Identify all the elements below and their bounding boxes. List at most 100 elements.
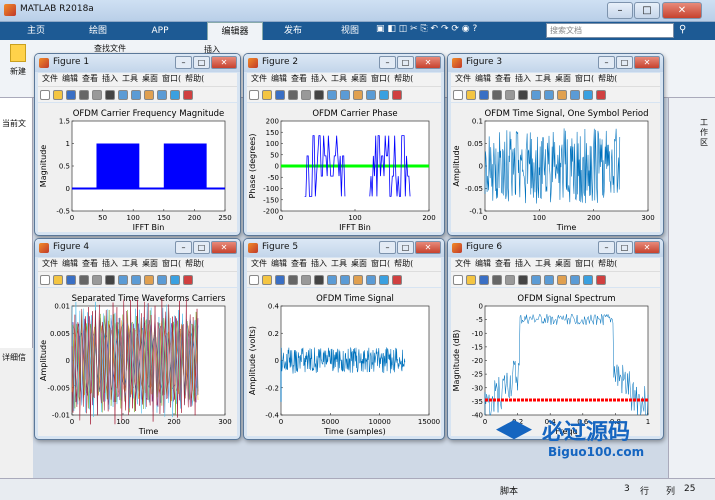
menu-item[interactable]: 文件 — [455, 74, 471, 83]
brush-icon[interactable] — [392, 90, 402, 100]
zoom-in-icon[interactable] — [118, 275, 128, 285]
pan-icon[interactable] — [353, 90, 363, 100]
data-cursor-icon[interactable] — [583, 275, 593, 285]
separator[interactable] — [301, 90, 311, 100]
figure-minimize-button[interactable]: – — [379, 241, 396, 254]
figure-minimize-button[interactable]: – — [598, 241, 615, 254]
menu-item[interactable]: 插入 — [311, 74, 327, 83]
figure-close-button[interactable]: ✕ — [211, 56, 237, 69]
rotate-icon[interactable] — [570, 275, 580, 285]
menu-item[interactable]: 帮助( — [394, 259, 413, 268]
zoom-in-icon[interactable] — [327, 90, 337, 100]
pan-icon[interactable] — [144, 275, 154, 285]
figure-close-button[interactable]: ✕ — [415, 241, 441, 254]
menu-item[interactable]: 查看 — [495, 74, 511, 83]
quick-access-toolbar[interactable]: ▣ ◧ ◫ ✂ ⎘ ↶ ↷ ⟳ ◉ ? — [376, 24, 536, 38]
menu-item[interactable]: 查看 — [291, 74, 307, 83]
save-icon[interactable] — [66, 275, 76, 285]
new-figure-icon[interactable] — [249, 275, 259, 285]
print-icon[interactable] — [492, 275, 502, 285]
rotate-icon[interactable] — [366, 90, 376, 100]
data-cursor-icon[interactable] — [379, 90, 389, 100]
menu-item[interactable]: 编辑 — [271, 74, 287, 83]
separator[interactable] — [301, 275, 311, 285]
figure-minimize-button[interactable]: – — [175, 241, 192, 254]
tab-editor[interactable]: 编辑器 — [207, 22, 263, 40]
menu-item[interactable]: 工具 — [122, 74, 138, 83]
menu-item[interactable]: 插入 — [515, 74, 531, 83]
zoom-out-icon[interactable] — [340, 275, 350, 285]
menu-item[interactable]: 编辑 — [271, 259, 287, 268]
menu-item[interactable]: 工具 — [331, 74, 347, 83]
menu-item[interactable]: 窗口( — [371, 74, 390, 83]
figure-minimize-button[interactable]: – — [175, 56, 192, 69]
pan-icon[interactable] — [353, 275, 363, 285]
open-icon[interactable] — [53, 90, 63, 100]
search-icon[interactable]: ⚲ — [679, 24, 686, 35]
rotate-icon[interactable] — [157, 275, 167, 285]
menu-item[interactable]: 桌面 — [351, 259, 367, 268]
pointer-icon[interactable] — [518, 90, 528, 100]
figure-window-1[interactable]: Figure 1 – □ ✕ 文件 编辑 查看 插入 工具 桌面 窗口(帮助(OFDM Carrie… — [34, 53, 241, 236]
menu-item[interactable]: 窗口( — [162, 74, 181, 83]
menu-item[interactable]: 编辑 — [62, 259, 78, 268]
menu-item[interactable]: 插入 — [102, 74, 118, 83]
menu-item[interactable]: 文件 — [42, 74, 58, 83]
menu-item[interactable]: 帮助( — [598, 74, 617, 83]
menu-item[interactable]: 插入 — [515, 259, 531, 268]
figure-close-button[interactable]: ✕ — [415, 56, 441, 69]
pan-icon[interactable] — [144, 90, 154, 100]
figure-window-6[interactable]: Figure 6 – □ ✕ 文件 编辑 查看 插入 工具 桌面 窗口(帮助(OFDM Signal… — [447, 238, 664, 440]
save-icon[interactable] — [66, 90, 76, 100]
menu-item[interactable]: 文件 — [455, 259, 471, 268]
figure-minimize-button[interactable]: – — [379, 56, 396, 69]
menu-item[interactable]: 查看 — [291, 259, 307, 268]
zoom-out-icon[interactable] — [544, 275, 554, 285]
figure-close-button[interactable]: ✕ — [634, 241, 660, 254]
new-figure-icon[interactable] — [453, 275, 463, 285]
menu-item[interactable]: 工具 — [122, 259, 138, 268]
menu-item[interactable]: 编辑 — [62, 74, 78, 83]
rotate-icon[interactable] — [157, 90, 167, 100]
menu-item[interactable]: 插入 — [102, 259, 118, 268]
save-icon[interactable] — [479, 90, 489, 100]
figure-maximize-button[interactable]: □ — [193, 56, 210, 69]
figure-window-3[interactable]: Figure 3 – □ ✕ 文件 编辑 查看 插入 工具 桌面 窗口(帮助(OFDM Time S… — [447, 53, 664, 236]
save-icon[interactable] — [275, 275, 285, 285]
zoom-out-icon[interactable] — [340, 90, 350, 100]
menu-item[interactable]: 文件 — [251, 259, 267, 268]
close-button[interactable]: ✕ — [662, 2, 702, 19]
menu-item[interactable]: 文件 — [42, 259, 58, 268]
menu-item[interactable]: 工具 — [331, 259, 347, 268]
zoom-in-icon[interactable] — [531, 90, 541, 100]
menu-item[interactable]: 编辑 — [475, 74, 491, 83]
brush-icon[interactable] — [392, 275, 402, 285]
menu-item[interactable]: 插入 — [311, 259, 327, 268]
menu-item[interactable]: 编辑 — [475, 259, 491, 268]
data-cursor-icon[interactable] — [583, 90, 593, 100]
tab-publish[interactable]: 发布 — [273, 22, 313, 40]
separator[interactable] — [505, 90, 515, 100]
menu-item[interactable]: 窗口( — [575, 259, 594, 268]
zoom-out-icon[interactable] — [131, 90, 141, 100]
figure-maximize-button[interactable]: □ — [616, 241, 633, 254]
menu-item[interactable]: 窗口( — [162, 259, 181, 268]
print-icon[interactable] — [79, 275, 89, 285]
maximize-button[interactable]: □ — [634, 2, 660, 19]
figure-maximize-button[interactable]: □ — [193, 241, 210, 254]
print-icon[interactable] — [288, 90, 298, 100]
menu-item[interactable]: 帮助( — [394, 74, 413, 83]
separator[interactable] — [92, 275, 102, 285]
data-cursor-icon[interactable] — [170, 90, 180, 100]
new-figure-icon[interactable] — [40, 275, 50, 285]
menu-item[interactable]: 查看 — [82, 259, 98, 268]
new-figure-icon[interactable] — [453, 90, 463, 100]
save-icon[interactable] — [275, 90, 285, 100]
new-figure-icon[interactable] — [40, 90, 50, 100]
print-icon[interactable] — [288, 275, 298, 285]
data-cursor-icon[interactable] — [170, 275, 180, 285]
tab-home[interactable]: 主页 — [16, 22, 56, 40]
print-icon[interactable] — [79, 90, 89, 100]
open-icon[interactable] — [262, 90, 272, 100]
menu-item[interactable]: 文件 — [251, 74, 267, 83]
